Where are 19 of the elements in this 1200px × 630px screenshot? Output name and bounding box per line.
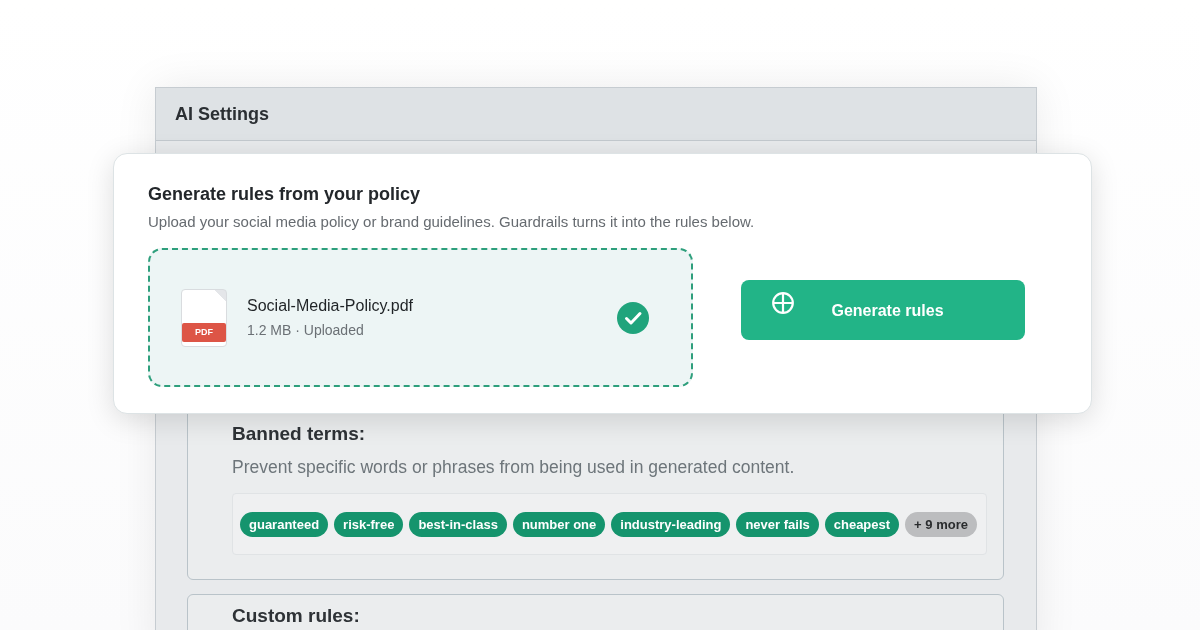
- term-tag: best-in-class: [409, 511, 507, 537]
- file-meta: 1.2 MB · Uploaded: [247, 321, 365, 339]
- more-tags-button[interactable]: + 9 more: [905, 511, 977, 537]
- term-tag: never fails: [736, 511, 819, 537]
- plus-circle-icon: [772, 291, 794, 314]
- term-tag: number one: [512, 511, 606, 537]
- term-tag: cheapest: [824, 511, 900, 537]
- section-title: Banned terms:: [232, 422, 367, 446]
- file-name: Social-Media-Policy.pdf: [247, 296, 413, 316]
- term-tag: industry-leading: [611, 511, 731, 537]
- section-description: Prevent specific words or phrases from being used in generated content.: [232, 456, 796, 478]
- term-tag: risk-free: [334, 511, 404, 537]
- term-tag: guaranteed: [240, 511, 329, 537]
- upload-dropzone[interactable]: PDF Social-Media-Policy.pdf 1.2 MB · Uploaded: [148, 248, 693, 387]
- card-subtitle: Upload your social media policy or brand guidelines. Guardrails turns it into the rules below.: [148, 213, 756, 231]
- file-type-label: PDF: [182, 322, 226, 342]
- panel-header: AI Settings: [156, 88, 1036, 141]
- card-title: Generate rules from your policy: [148, 183, 422, 205]
- section-title: Custom rules:: [232, 604, 361, 628]
